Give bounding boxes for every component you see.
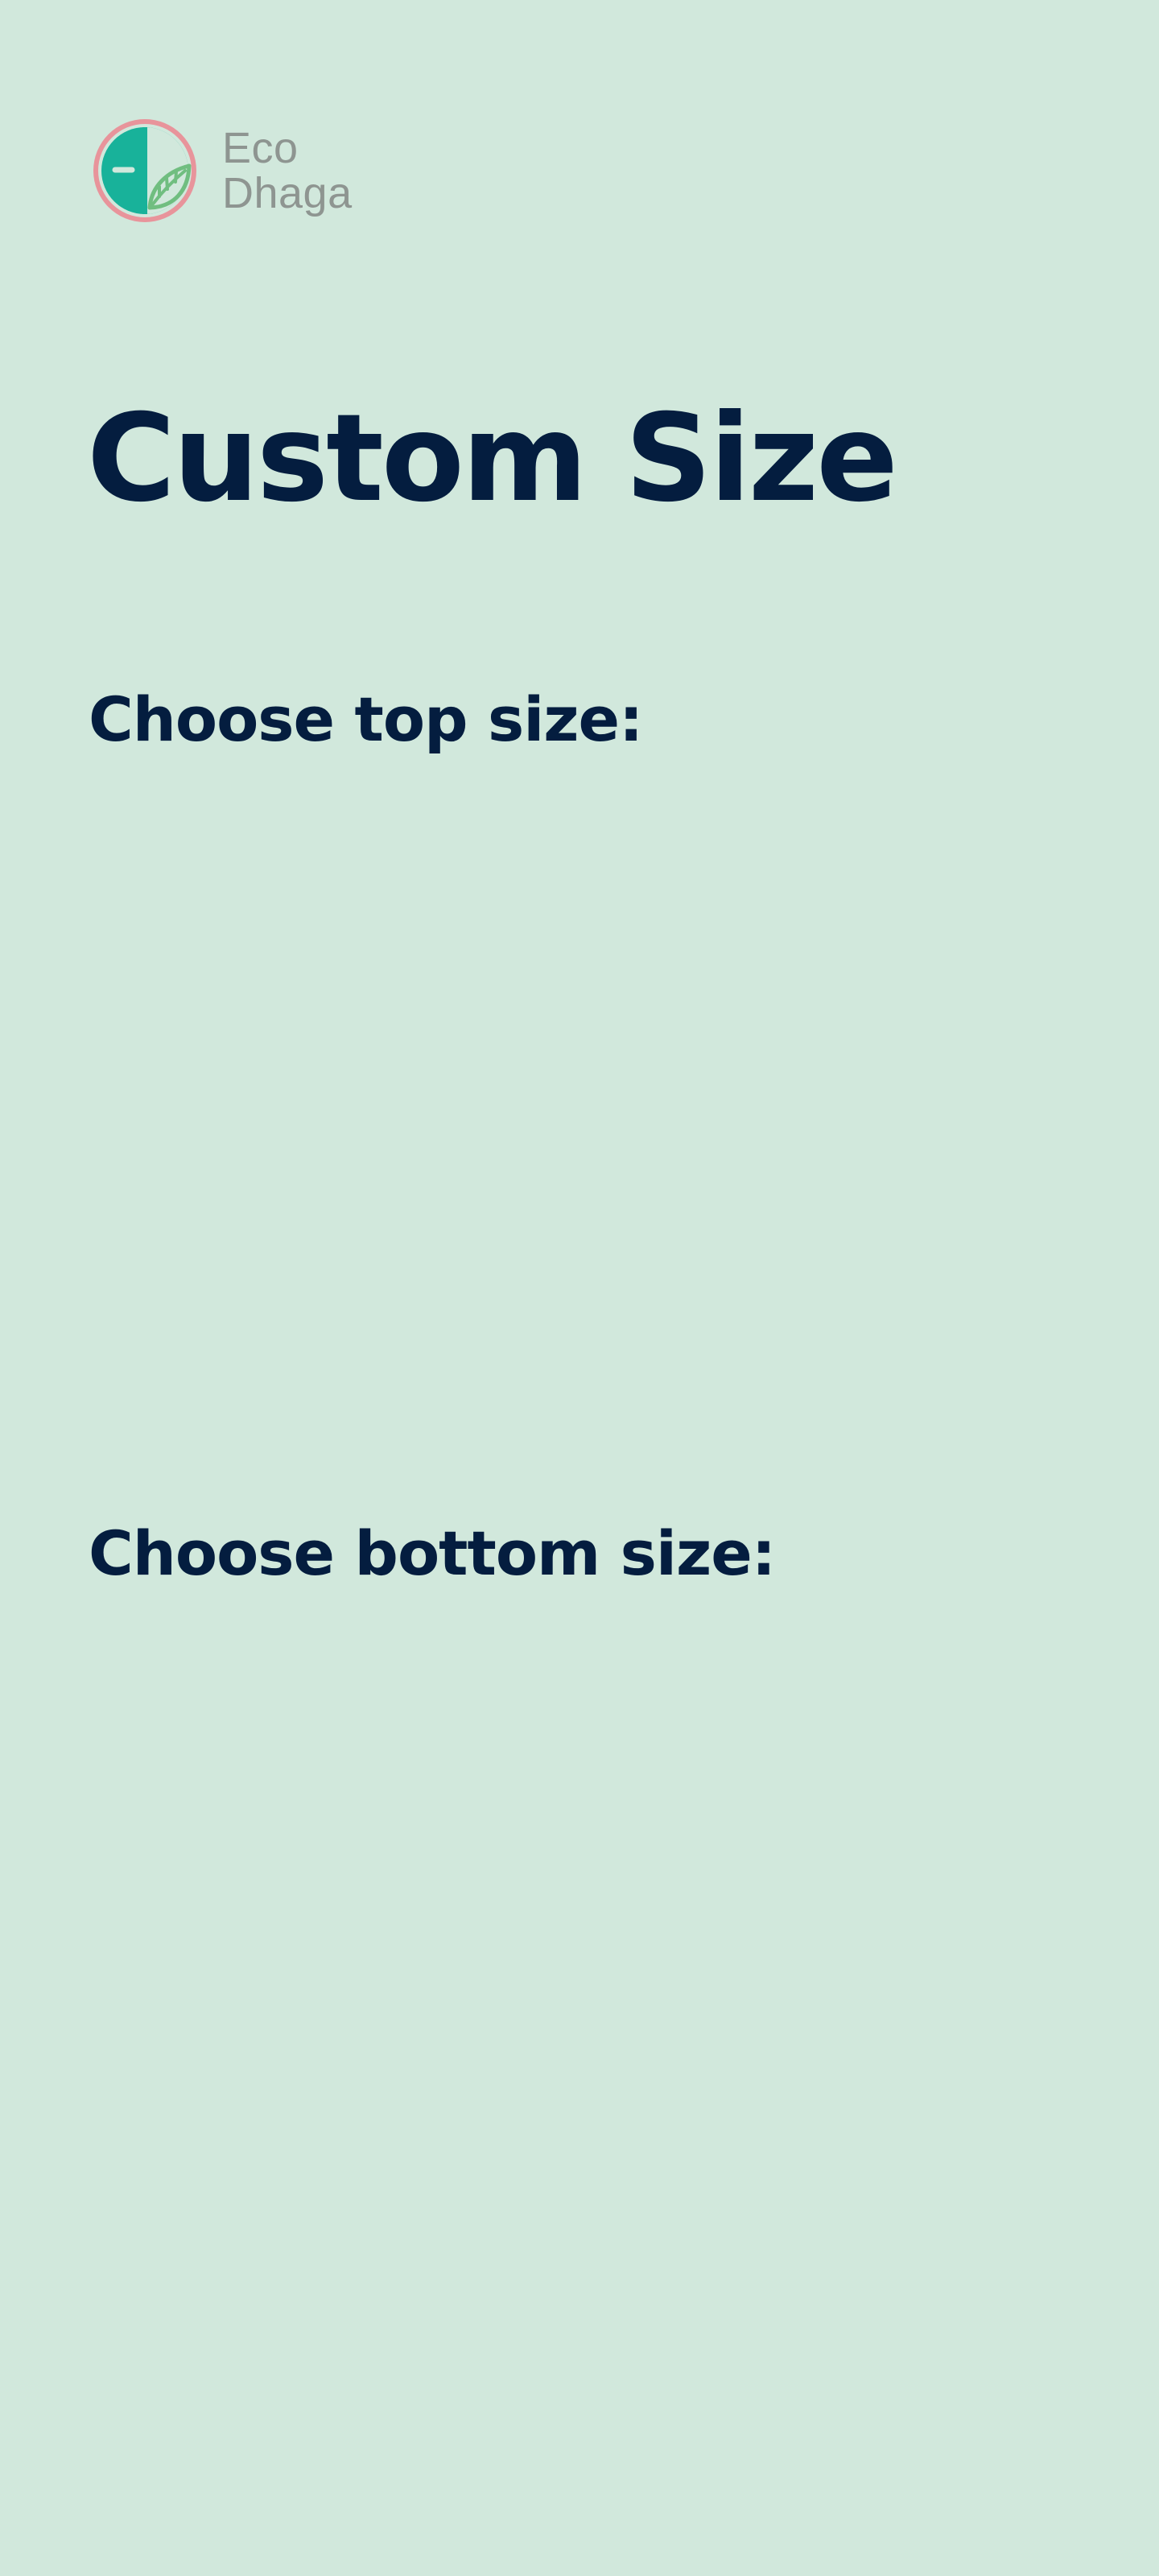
bottom-size-options <box>89 1626 1070 2463</box>
top-size-options <box>89 789 1070 1417</box>
bottom-size-heading: Choose bottom size: <box>89 1517 776 1589</box>
brand-name-line-1: Eco <box>222 124 299 172</box>
eco-dhaga-logo-icon <box>93 119 196 222</box>
brand-header: Eco Dhaga <box>90 116 353 225</box>
brand-name-line-2: Dhaga <box>222 169 353 217</box>
top-size-heading: Choose top size: <box>89 683 643 755</box>
brand-wordmark: Eco Dhaga <box>222 126 353 216</box>
page-title: Custom Size <box>87 389 898 529</box>
